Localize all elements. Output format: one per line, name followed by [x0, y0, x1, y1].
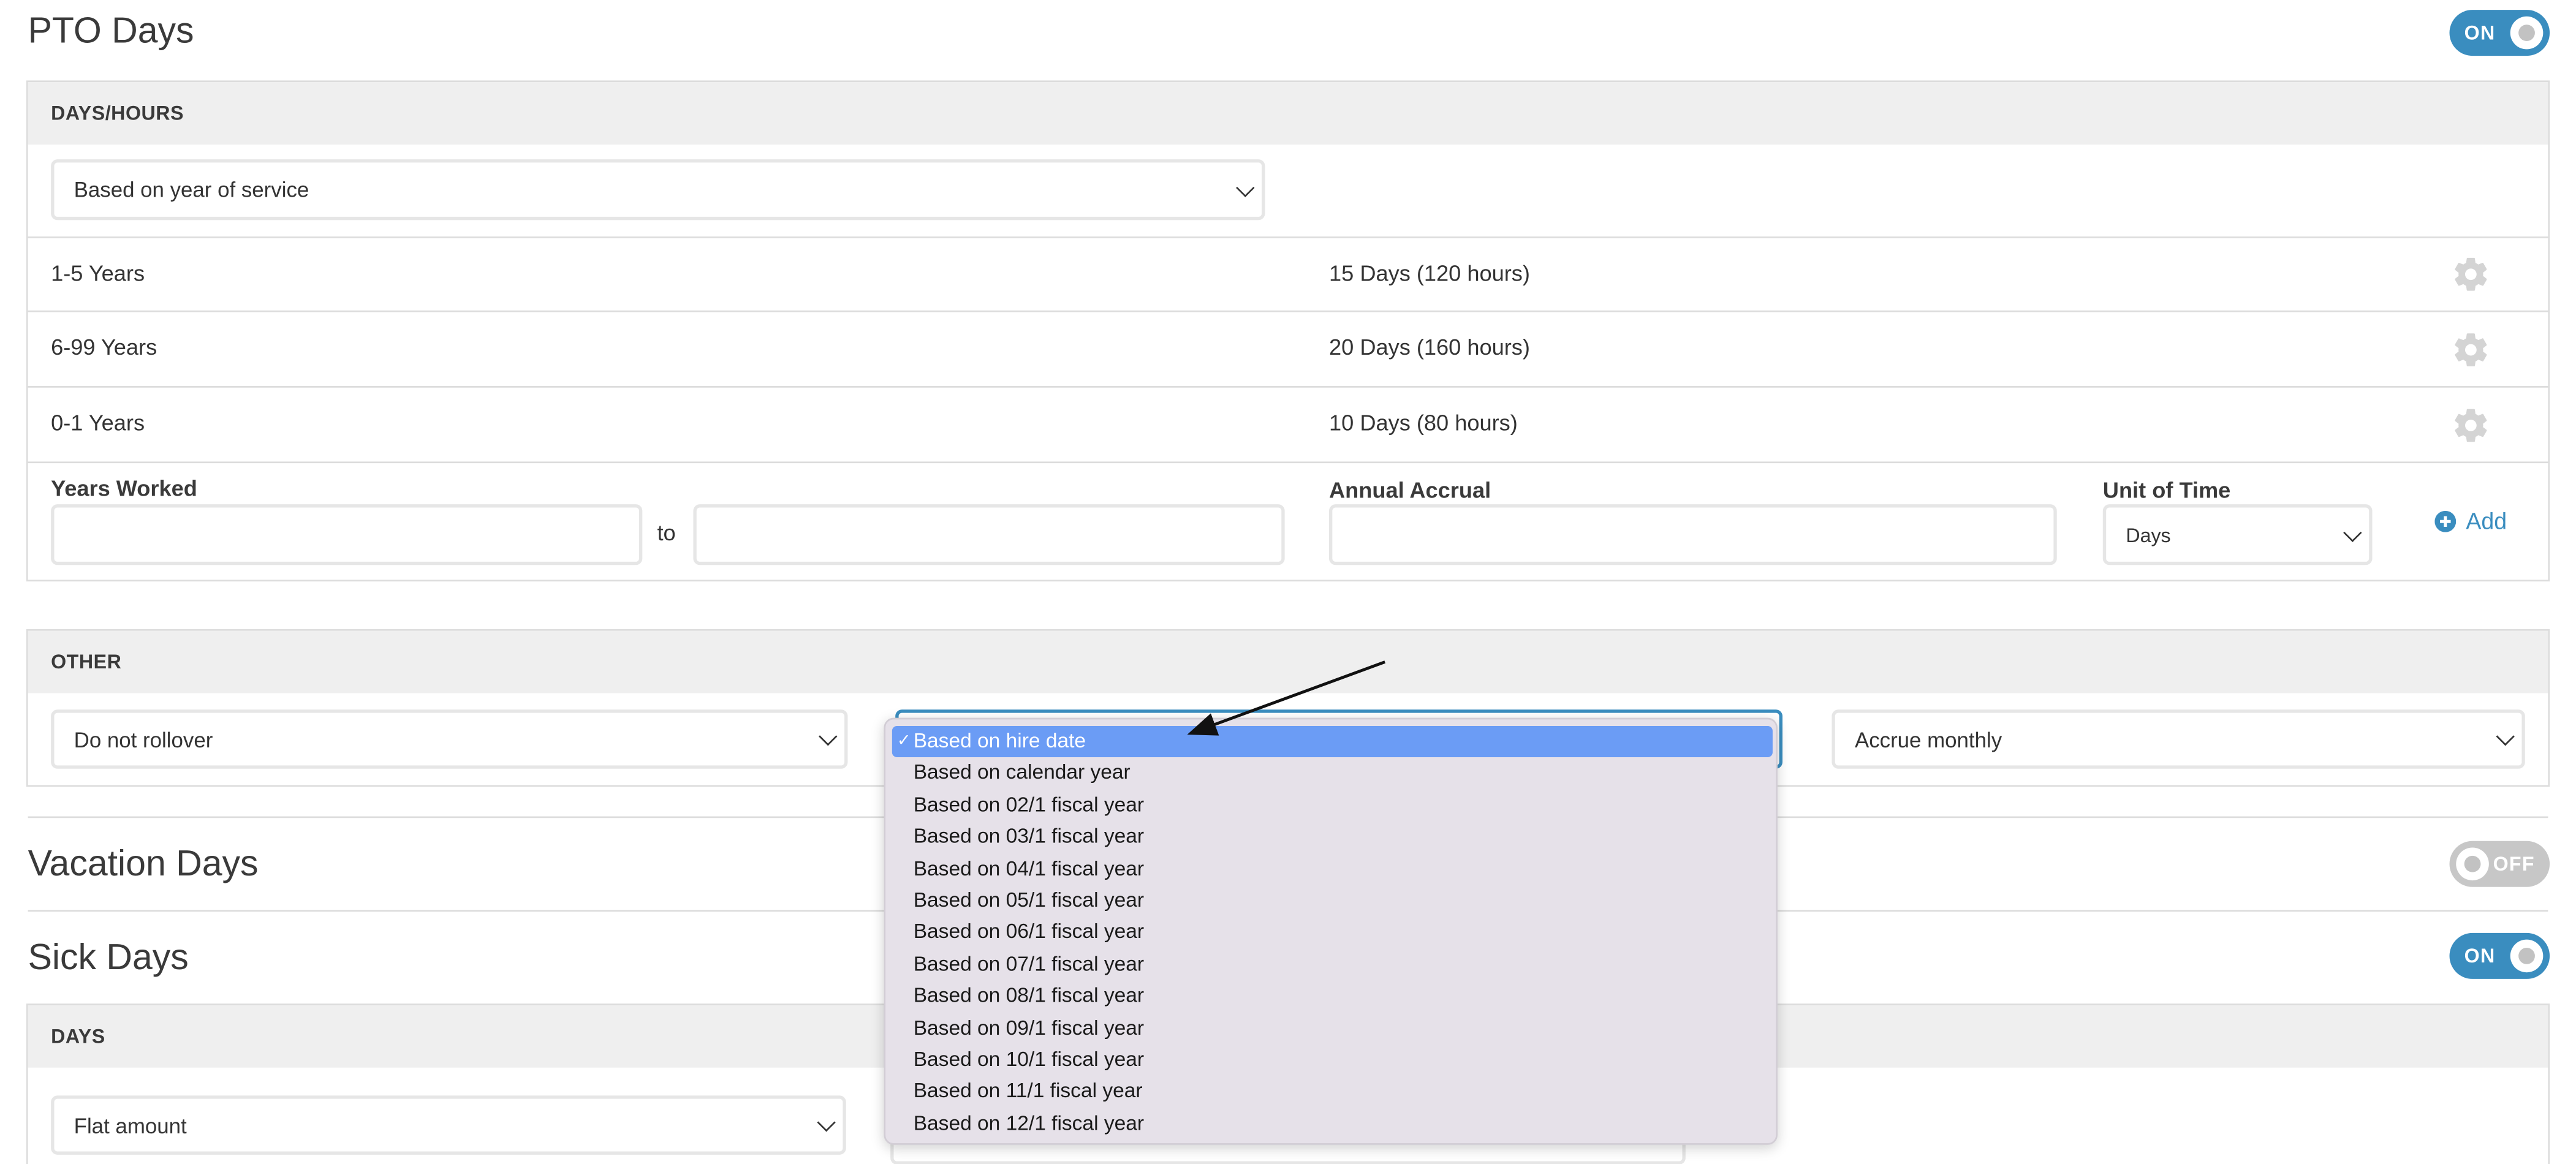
annual-accrual-input[interactable] [1329, 504, 2057, 565]
dropdown-option-label: Based on 08/1 fiscal year [913, 984, 1145, 1008]
row-years: 0-1 Years [51, 410, 145, 436]
settings-page: PTO Days ON DAYS/HOURS Based on year of … [0, 0, 2576, 1164]
accrual-frequency-value: Accrue monthly [1854, 727, 2002, 752]
rollover-select[interactable]: Do not rollover [51, 709, 848, 769]
sick-method-select[interactable]: Flat amount [51, 1095, 846, 1155]
dropdown-option[interactable]: Based on 11/1 fiscal year [892, 1076, 1773, 1108]
dropdown-option-label: Based on 04/1 fiscal year [913, 856, 1145, 880]
rollover-value: Do not rollover [74, 727, 213, 752]
dropdown-option[interactable]: Based on 09/1 fiscal year [892, 1013, 1773, 1044]
dropdown-option-label: Based on 03/1 fiscal year [913, 825, 1145, 848]
divider [28, 310, 2548, 312]
dropdown-option-label: Based on calendar year [913, 761, 1131, 784]
chevron-down-icon [819, 727, 838, 746]
row-amount: 10 Days (80 hours) [1329, 410, 1518, 436]
dropdown-option[interactable]: Based on 05/1 fiscal year [892, 885, 1773, 916]
dropdown-option-label: Based on 06/1 fiscal year [913, 920, 1145, 943]
to-label: to [657, 520, 676, 546]
years-to-input[interactable] [693, 504, 1285, 565]
dropdown-option[interactable]: Based on 08/1 fiscal year [892, 981, 1773, 1012]
chevron-down-icon [2343, 523, 2362, 542]
row-years: 1-5 Years [51, 261, 145, 286]
chevron-down-icon [1236, 178, 1255, 197]
years-worked-label: Years Worked [51, 476, 197, 501]
chevron-down-icon [2496, 727, 2515, 746]
accrual-method-value: Based on year of service [74, 177, 309, 202]
gear-icon[interactable] [2451, 330, 2490, 369]
vacation-days-toggle[interactable]: OFF [2449, 841, 2550, 887]
dropdown-option[interactable]: Based on 12/1 fiscal year [892, 1108, 1773, 1139]
toggle-knob [2510, 16, 2544, 50]
pto-days-title: PTO Days [28, 10, 194, 51]
plus-circle-icon [2434, 510, 2457, 532]
dropdown-option[interactable]: Based on 02/1 fiscal year [892, 790, 1773, 821]
gear-icon[interactable] [2451, 255, 2490, 294]
unit-of-time-label: Unit of Time [2102, 478, 2231, 503]
dropdown-option-label: Based on 05/1 fiscal year [913, 888, 1145, 912]
divider [28, 386, 2548, 388]
dropdown-option-label: Based on 07/1 fiscal year [913, 952, 1145, 976]
dropdown-option[interactable]: Based on 03/1 fiscal year [892, 822, 1773, 853]
row-amount: 15 Days (120 hours) [1329, 261, 1530, 286]
toggle-knob [2456, 847, 2489, 881]
accrual-period-dropdown: ✓ Based on hire date Based on calendar yea… [884, 717, 1778, 1145]
dropdown-option-label: Based on 11/1 fiscal year [913, 1079, 1143, 1103]
toggle-knob [2510, 939, 2544, 973]
dropdown-option[interactable]: Based on calendar year [892, 758, 1773, 789]
divider [28, 236, 2548, 238]
checkmark-icon: ✓ [896, 732, 911, 751]
divider [28, 461, 2548, 464]
toggle-label: OFF [2493, 852, 2535, 876]
days-hours-header: DAYS/HOURS [28, 82, 2548, 145]
dropdown-option[interactable]: Based on 10/1 fiscal year [892, 1045, 1773, 1076]
sick-days-toggle[interactable]: ON [2449, 932, 2550, 979]
pto-days-toggle[interactable]: ON [2449, 10, 2550, 56]
row-amount: 20 Days (160 hours) [1329, 334, 1530, 360]
dropdown-option-label: Based on 10/1 fiscal year [913, 1048, 1145, 1071]
unit-of-time-select[interactable]: Days [2102, 504, 2373, 565]
unit-of-time-value: Days [2126, 523, 2171, 546]
dropdown-option-label: Based on 02/1 fiscal year [913, 793, 1145, 816]
dropdown-option[interactable]: Based on 07/1 fiscal year [892, 949, 1773, 980]
dropdown-option-label: Based on 09/1 fiscal year [913, 1016, 1145, 1040]
annual-accrual-label: Annual Accrual [1329, 478, 1491, 503]
sick-method-value: Flat amount [74, 1113, 187, 1138]
accrual-method-select[interactable]: Based on year of service [51, 159, 1265, 221]
toggle-label: ON [2464, 944, 2496, 968]
gear-icon[interactable] [2451, 406, 2490, 445]
row-years: 6-99 Years [51, 334, 157, 360]
add-label: Add [2466, 507, 2507, 534]
years-from-input[interactable] [51, 504, 643, 565]
dropdown-option[interactable]: Based on 06/1 fiscal year [892, 917, 1773, 948]
accrual-frequency-select[interactable]: Accrue monthly [1832, 709, 2525, 769]
dropdown-option-label: Based on 12/1 fiscal year [913, 1111, 1145, 1135]
vacation-days-title: Vacation Days [28, 842, 259, 884]
annotation-arrow [1187, 660, 1385, 736]
toggle-label: ON [2464, 21, 2496, 45]
chevron-down-icon [817, 1113, 836, 1132]
sick-days-title: Sick Days [28, 936, 189, 978]
dropdown-option-label: Based on hire date [913, 729, 1086, 752]
dropdown-option[interactable]: Based on 04/1 fiscal year [892, 853, 1773, 885]
add-button[interactable]: Add [2434, 507, 2507, 534]
